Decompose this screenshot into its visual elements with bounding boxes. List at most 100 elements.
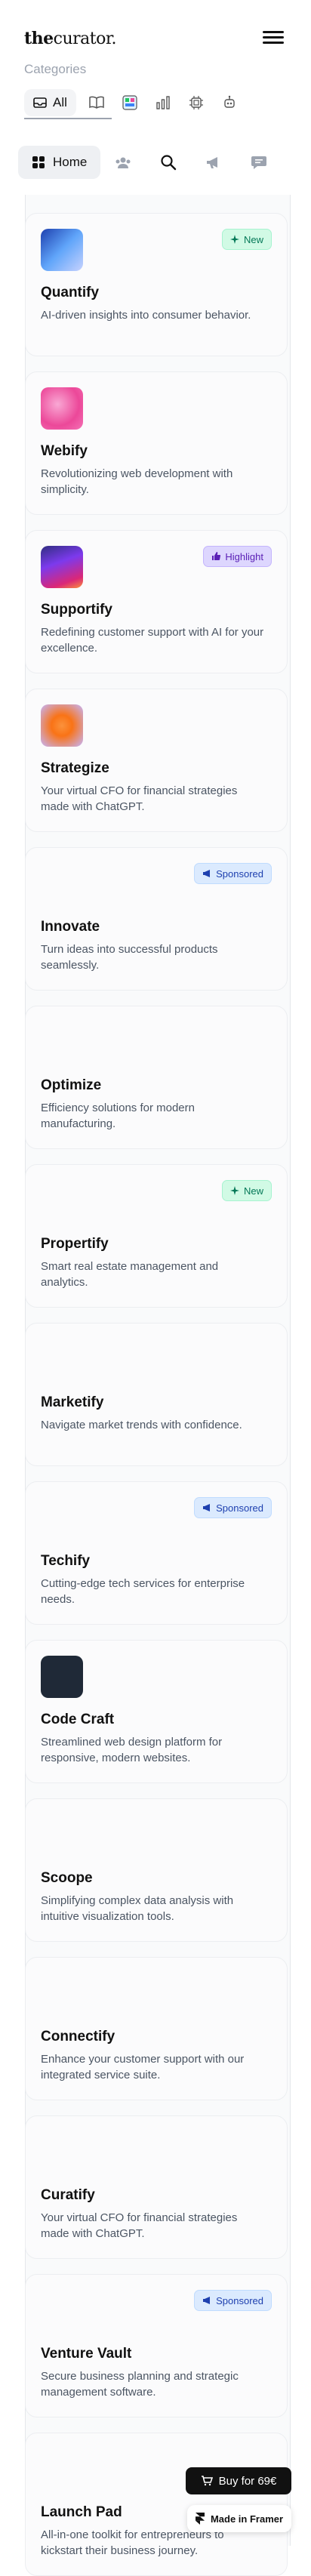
product-badge: New bbox=[221, 1180, 272, 1201]
colorful-grid-icon bbox=[122, 95, 137, 110]
users-icon bbox=[115, 157, 131, 168]
nav-search-tab[interactable] bbox=[146, 146, 191, 179]
product-thumbnail bbox=[41, 704, 83, 747]
category-active-underline bbox=[24, 118, 112, 119]
product-title: Scoope bbox=[41, 1870, 93, 1886]
megaphone-icon bbox=[203, 870, 211, 877]
product-card[interactable]: Strategize Your virtual CFO for financial… bbox=[25, 689, 288, 832]
product-title: Supportify bbox=[41, 602, 112, 618]
product-card[interactable]: Sponsored Techify Cutting-edge tech servic… bbox=[25, 1481, 288, 1625]
product-description: Simplifying complex data analysis with i… bbox=[41, 1894, 234, 1923]
product-description: AI-driven insights into consumer behavio… bbox=[41, 309, 251, 322]
product-description: Cutting-edge tech services for enterpris… bbox=[41, 1577, 245, 1606]
chat-icon bbox=[251, 156, 267, 169]
nav-home-label: Home bbox=[53, 155, 88, 169]
product-description: Smart real estate management and analyti… bbox=[41, 1260, 219, 1289]
megaphone-icon bbox=[203, 2297, 211, 2304]
product-title: Venture Vault bbox=[41, 2346, 132, 2362]
product-title: Quantify bbox=[41, 285, 100, 300]
buy-template-label: Buy for 69€ bbox=[218, 2474, 277, 2488]
product-title: Connectify bbox=[41, 2029, 115, 2044]
product-description: Your virtual CFO for financial strategie… bbox=[41, 784, 238, 813]
product-card[interactable]: Connectify Enhance your customer support … bbox=[25, 1957, 288, 2100]
product-thumbnail bbox=[41, 546, 83, 588]
product-title: Marketify bbox=[41, 1394, 104, 1410]
product-card[interactable]: Optimize Efficiency solutions for modern … bbox=[25, 1006, 288, 1149]
buy-template-button[interactable]: Buy for 69€ bbox=[186, 2467, 291, 2494]
product-description: Your virtual CFO for financial strategie… bbox=[41, 2211, 238, 2240]
category-book-tab[interactable] bbox=[84, 90, 109, 116]
made-in-framer-badge[interactable]: Made in Framer bbox=[187, 2505, 291, 2532]
thumbs-up-icon bbox=[212, 552, 221, 561]
product-badge: New bbox=[221, 229, 272, 250]
product-description: Streamlined web design platform for resp… bbox=[41, 1736, 223, 1764]
main-nav: Home bbox=[12, 139, 299, 186]
product-title: Innovate bbox=[41, 919, 100, 935]
product-badge-label: Highlight bbox=[225, 550, 263, 562]
nav-megaphone-tab[interactable] bbox=[191, 146, 236, 179]
category-all-tab[interactable]: All bbox=[24, 89, 76, 116]
product-thumbnail bbox=[41, 229, 83, 271]
robot-icon bbox=[224, 95, 235, 108]
product-title: Curatify bbox=[41, 2187, 95, 2203]
product-badge-label: New bbox=[243, 1185, 263, 1197]
nav-chat-tab[interactable] bbox=[236, 146, 282, 179]
product-badge-label: Sponsored bbox=[216, 1502, 263, 1514]
megaphone-icon bbox=[207, 157, 218, 168]
category-data-tab[interactable] bbox=[117, 90, 143, 116]
nav-community-tab[interactable] bbox=[100, 146, 146, 179]
product-badge: Sponsored bbox=[194, 2290, 272, 2311]
framer-logo-icon bbox=[195, 2513, 205, 2525]
product-card[interactable]: Launch Pad All-in-one toolkit for entrepr… bbox=[25, 2433, 288, 2576]
product-card[interactable]: Code Craft Streamlined web design platfor… bbox=[25, 1640, 288, 1783]
product-description: Navigate market trends with confidence. bbox=[41, 1419, 242, 1431]
product-card[interactable]: New Propertify Smart real estate managemen… bbox=[25, 1164, 288, 1308]
made-in-framer-label: Made in Framer bbox=[210, 2513, 284, 2525]
category-all-label: All bbox=[53, 95, 67, 109]
category-chip-tab[interactable] bbox=[183, 90, 209, 116]
inbox-icon bbox=[33, 97, 47, 108]
hamburger-menu-button[interactable] bbox=[263, 29, 284, 47]
product-description: Secure business planning and strategic m… bbox=[41, 2370, 239, 2399]
site-header: thecurator. Categories All bbox=[0, 0, 311, 136]
nav-home-tab[interactable]: Home bbox=[18, 146, 101, 179]
product-title: Code Craft bbox=[41, 1712, 115, 1727]
product-description: Enhance your customer support with our i… bbox=[41, 2053, 245, 2081]
category-filter-row: All bbox=[24, 88, 242, 118]
grid-icon bbox=[32, 156, 45, 168]
product-title: Launch Pad bbox=[41, 2504, 122, 2520]
sparkle-icon bbox=[229, 1186, 239, 1195]
sparkle-icon bbox=[229, 235, 239, 244]
category-robot-tab[interactable] bbox=[217, 90, 242, 116]
product-title: Webify bbox=[41, 443, 88, 459]
site-logo[interactable]: thecurator. bbox=[24, 29, 116, 48]
product-title: Techify bbox=[41, 1553, 91, 1569]
product-title: Optimize bbox=[41, 1077, 102, 1093]
categories-label: Categories bbox=[24, 62, 87, 76]
product-badge: Sponsored bbox=[194, 863, 272, 884]
product-description: Turn ideas into successful products seam… bbox=[41, 943, 218, 972]
product-card[interactable]: Sponsored Innovate Turn ideas into success… bbox=[25, 847, 288, 991]
product-thumbnail bbox=[41, 387, 83, 430]
megaphone-icon bbox=[203, 1504, 211, 1511]
product-badge: Highlight bbox=[203, 546, 272, 567]
product-description: Redefining customer support with AI for … bbox=[41, 626, 264, 655]
product-badge-label: New bbox=[243, 233, 263, 245]
bar-chart-icon bbox=[156, 96, 170, 109]
product-card[interactable]: New Quantify AI-driven insights into consu… bbox=[25, 213, 288, 356]
product-card[interactable]: Webify Revolutionizing web development wi… bbox=[25, 371, 288, 515]
product-description: Efficiency solutions for modern manufact… bbox=[41, 1102, 195, 1130]
product-card[interactable]: Curatify Your virtual CFO for financial s… bbox=[25, 2115, 288, 2259]
product-badge: Sponsored bbox=[194, 1497, 272, 1518]
product-card[interactable]: Highlight Supportify Redefining customer s… bbox=[25, 530, 288, 673]
product-card[interactable]: Scoope Simplifying complex data analysis … bbox=[25, 1798, 288, 1942]
cart-icon bbox=[201, 2476, 213, 2486]
search-icon bbox=[161, 155, 177, 171]
product-badge-label: Sponsored bbox=[216, 867, 263, 880]
category-chart-tab[interactable] bbox=[150, 90, 176, 116]
product-card[interactable]: Sponsored Venture Vault Secure business pl… bbox=[25, 2274, 288, 2417]
product-card[interactable]: Marketify Navigate market trends with con… bbox=[25, 1323, 288, 1466]
product-title: Strategize bbox=[41, 760, 109, 776]
product-thumbnail bbox=[41, 1656, 83, 1698]
product-description: Revolutionizing web development with sim… bbox=[41, 467, 233, 496]
